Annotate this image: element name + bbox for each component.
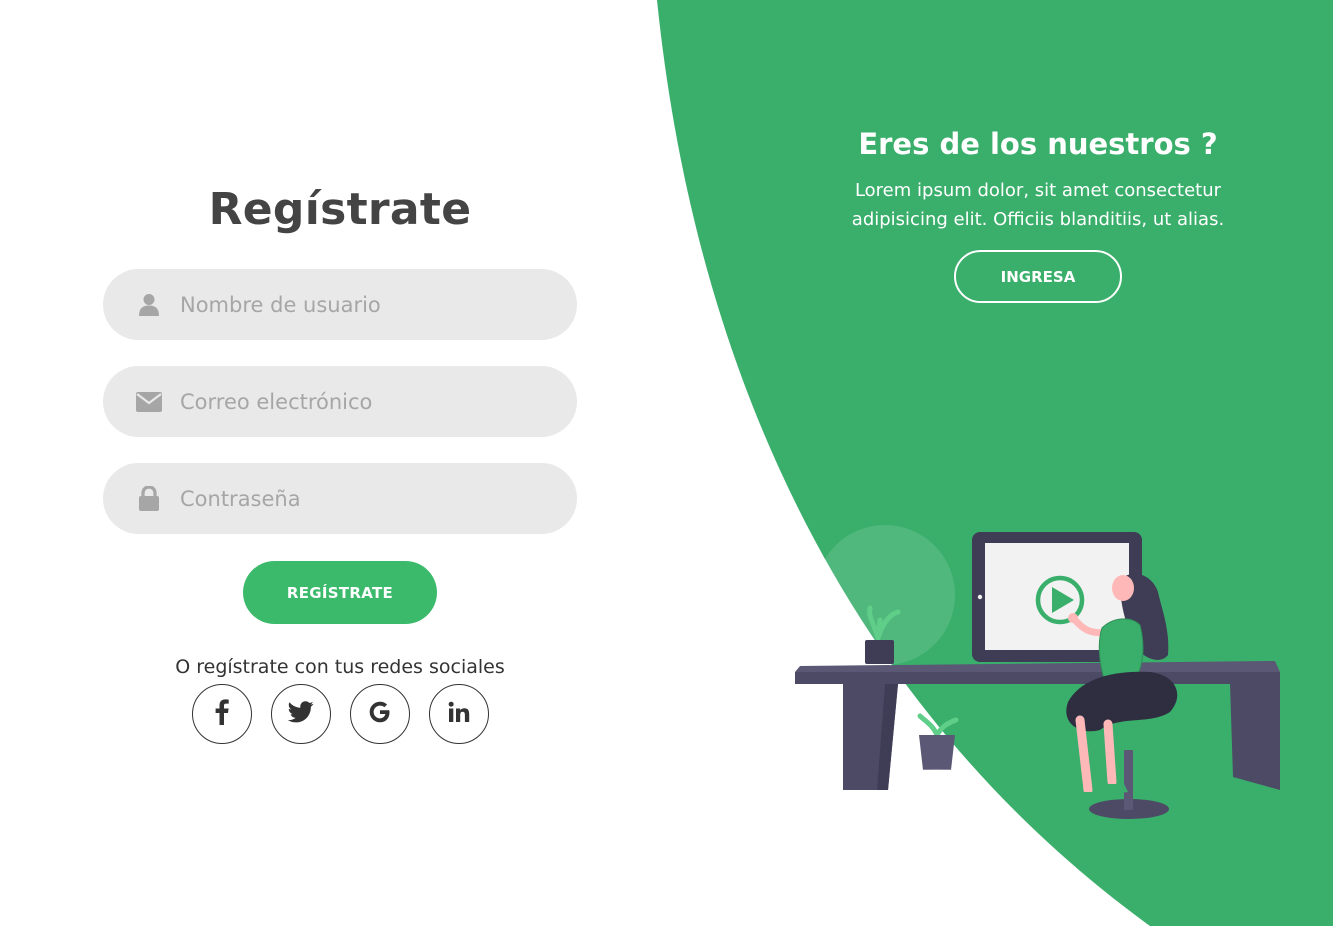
username-input[interactable] — [180, 269, 577, 340]
promo-title: Eres de los nuestros ? — [858, 127, 1218, 161]
register-button[interactable]: REGÍSTRATE — [243, 561, 437, 624]
username-field[interactable] — [103, 269, 577, 340]
login-button[interactable]: INGRESA — [954, 250, 1122, 303]
social-signup-text: O regístrate con tus redes sociales — [175, 656, 505, 678]
google-button[interactable] — [349, 684, 410, 744]
desk — [795, 661, 1280, 790]
email-input[interactable] — [180, 366, 577, 437]
promo-text: Lorem ipsum dolor, sit amet consectetur … — [851, 180, 1225, 230]
desk-illustration — [795, 525, 1280, 819]
facebook-icon — [215, 699, 229, 729]
password-input[interactable] — [180, 463, 577, 534]
chair — [1089, 750, 1169, 819]
envelope-icon — [133, 388, 165, 416]
password-field[interactable] — [103, 463, 577, 534]
email-field[interactable] — [103, 366, 577, 437]
google-icon — [368, 700, 392, 728]
twitter-button[interactable] — [270, 684, 331, 744]
linkedin-button[interactable] — [428, 684, 489, 744]
floor-plant — [901, 713, 973, 777]
login-promo: Eres de los nuestros ? Lorem ipsum dolor… — [800, 124, 1276, 303]
form-title: Regístrate — [208, 184, 472, 235]
user-icon — [133, 291, 165, 319]
facebook-button[interactable] — [191, 684, 252, 744]
social-buttons — [191, 684, 489, 744]
twitter-icon — [287, 701, 314, 727]
signup-form: Regístrate REGÍSTRATE O regístrate con t… — [103, 180, 577, 744]
linkedin-icon — [448, 701, 470, 727]
lock-icon — [133, 485, 165, 513]
